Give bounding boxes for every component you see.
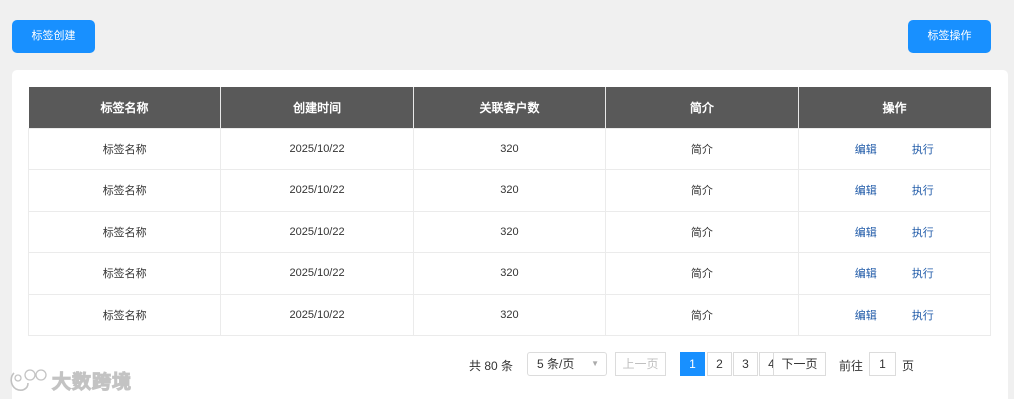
page-size-select[interactable]: 5 条/页 ▼ bbox=[527, 352, 607, 376]
column-header-name: 标签名称 bbox=[28, 87, 222, 128]
chevron-down-icon: ▼ bbox=[591, 359, 599, 368]
column-header-actions: 操作 bbox=[798, 87, 991, 128]
page-suffix-label: 页 bbox=[902, 359, 915, 373]
cell-name: 标签名称 bbox=[27, 293, 222, 336]
cell-actions: 编辑 执行 bbox=[797, 127, 992, 170]
brand-logo-icon bbox=[10, 369, 47, 391]
cell-count: 320 bbox=[412, 169, 607, 212]
cell-name: 标签名称 bbox=[27, 127, 222, 170]
edit-link[interactable]: 编辑 bbox=[855, 307, 877, 323]
cell-actions: 编辑 执行 bbox=[797, 293, 992, 336]
total-count: 共 80 条 bbox=[469, 359, 514, 373]
pagination: 共 80 条 5 条/页 ▼ 上一页 1 2 3 4 下一页 前往 1 页 bbox=[12, 352, 1008, 376]
table-card: 标签名称 创建时间 关联客户数 简介 操作 标签名称 2025/10/22 32… bbox=[12, 70, 1008, 399]
execute-link[interactable]: 执行 bbox=[912, 265, 934, 281]
edit-link[interactable]: 编辑 bbox=[855, 141, 877, 157]
watermark: 大数跨境 bbox=[8, 366, 132, 394]
column-header-intro: 简介 bbox=[605, 87, 799, 128]
execute-link[interactable]: 执行 bbox=[912, 224, 934, 240]
page: 标签创建 标签操作 标签名称 创建时间 关联客户数 简介 操作 标签名称 202… bbox=[0, 0, 1014, 399]
next-page-button[interactable]: 下一页 bbox=[773, 352, 826, 376]
cell-created: 2025/10/22 bbox=[220, 252, 414, 295]
cell-count: 320 bbox=[412, 293, 607, 336]
cell-count: 320 bbox=[412, 127, 607, 170]
cell-intro: 简介 bbox=[605, 127, 799, 170]
cell-name: 标签名称 bbox=[27, 252, 222, 295]
table-row: 标签名称 2025/10/22 320 简介 编辑 执行 bbox=[27, 252, 992, 295]
execute-link[interactable]: 执行 bbox=[912, 141, 934, 157]
cell-created: 2025/10/22 bbox=[220, 169, 414, 212]
cell-created: 2025/10/22 bbox=[220, 210, 414, 253]
edit-link[interactable]: 编辑 bbox=[855, 224, 877, 240]
column-header-customer-count: 关联客户数 bbox=[413, 87, 607, 128]
table-row: 标签名称 2025/10/22 320 简介 编辑 执行 bbox=[27, 169, 992, 212]
page-button-1[interactable]: 1 bbox=[680, 352, 705, 376]
cell-intro: 简介 bbox=[605, 169, 799, 212]
edit-link[interactable]: 编辑 bbox=[855, 182, 877, 198]
cell-actions: 编辑 执行 bbox=[797, 252, 992, 295]
tag-operations-button[interactable]: 标签操作 bbox=[908, 20, 991, 53]
table-row: 标签名称 2025/10/22 320 简介 编辑 执行 bbox=[27, 127, 992, 170]
cell-created: 2025/10/22 bbox=[220, 127, 414, 170]
cell-name: 标签名称 bbox=[27, 169, 222, 212]
watermark-text: 大数跨境 bbox=[51, 371, 133, 393]
tag-table: 标签名称 创建时间 关联客户数 简介 操作 标签名称 2025/10/22 32… bbox=[27, 87, 992, 336]
cell-created: 2025/10/22 bbox=[220, 293, 414, 336]
cell-intro: 简介 bbox=[605, 293, 799, 336]
table-header-row: 标签名称 创建时间 关联客户数 简介 操作 bbox=[28, 87, 991, 128]
column-header-created: 创建时间 bbox=[220, 87, 414, 128]
create-tag-button[interactable]: 标签创建 bbox=[12, 20, 95, 53]
goto-page-input[interactable]: 1 bbox=[869, 352, 896, 376]
table-row: 标签名称 2025/10/22 320 简介 编辑 执行 bbox=[27, 293, 992, 336]
cell-actions: 编辑 执行 bbox=[797, 169, 992, 212]
prev-page-button[interactable]: 上一页 bbox=[615, 352, 666, 376]
page-size-value: 5 条/页 bbox=[537, 357, 575, 371]
cell-intro: 简介 bbox=[605, 210, 799, 253]
page-button-2[interactable]: 2 bbox=[707, 352, 732, 376]
goto-label: 前往 bbox=[839, 359, 864, 373]
execute-link[interactable]: 执行 bbox=[912, 182, 934, 198]
cell-count: 320 bbox=[412, 252, 607, 295]
execute-link[interactable]: 执行 bbox=[912, 307, 934, 323]
edit-link[interactable]: 编辑 bbox=[855, 265, 877, 281]
cell-intro: 简介 bbox=[605, 252, 799, 295]
page-button-3[interactable]: 3 bbox=[733, 352, 758, 376]
table-row: 标签名称 2025/10/22 320 简介 编辑 执行 bbox=[27, 210, 992, 253]
cell-name: 标签名称 bbox=[27, 210, 222, 253]
cell-count: 320 bbox=[412, 210, 607, 253]
cell-actions: 编辑 执行 bbox=[797, 210, 992, 253]
